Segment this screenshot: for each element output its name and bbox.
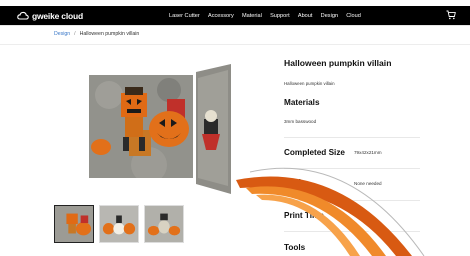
product-subtitle: Halloween pumpkin villain xyxy=(284,81,335,86)
nav-item-accessory[interactable]: Accessory xyxy=(208,13,234,19)
header-border xyxy=(0,25,470,26)
print-time-heading: Print Time xyxy=(284,211,324,220)
nav-item-design[interactable]: Design xyxy=(321,13,338,19)
breadcrumb-separator: / xyxy=(74,31,76,37)
top-navbar: gweike cloud Laser Cutter Accessory Mate… xyxy=(0,6,470,25)
cloud-logo-icon xyxy=(17,11,29,20)
breadcrumb: Design / Halloween pumpkin villain xyxy=(54,31,139,37)
breadcrumb-design-link[interactable]: Design xyxy=(54,31,70,37)
nav-item-support[interactable]: Support xyxy=(270,13,290,19)
page-flip-transition xyxy=(196,64,231,194)
product-title: Halloween pumpkin villain xyxy=(284,58,392,68)
thumbnail-3[interactable] xyxy=(144,205,184,243)
pumpkin-photo xyxy=(89,75,193,178)
brand-logo[interactable]: gweike cloud xyxy=(17,8,83,23)
thumbnail-strip xyxy=(54,205,184,243)
nav-item-cloud[interactable]: Cloud xyxy=(346,13,361,19)
info-divider xyxy=(284,137,420,138)
info-divider xyxy=(284,168,420,169)
materials-heading: Materials xyxy=(284,98,320,107)
info-divider xyxy=(284,200,420,201)
page: gweike cloud Laser Cutter Accessory Mate… xyxy=(0,0,470,256)
thumbnail-2[interactable] xyxy=(99,205,139,243)
main-nav: Laser Cutter Accessory Material Support … xyxy=(169,6,369,25)
thumbnail-1[interactable] xyxy=(54,205,94,243)
skills-heading: Skills xyxy=(284,178,306,187)
completed-size-heading: Completed Size xyxy=(284,148,345,157)
info-divider xyxy=(284,231,420,232)
thumbnail-image xyxy=(55,206,93,242)
product-main-image[interactable] xyxy=(89,75,193,178)
tools-heading: Tools xyxy=(284,243,306,252)
nav-item-laser-cutter[interactable]: Laser Cutter xyxy=(169,13,200,19)
thumbnail-image xyxy=(145,206,183,242)
materials-value: 3mm basswood xyxy=(284,119,317,124)
brand-name: gweike cloud xyxy=(32,10,83,21)
completed-size-value: 79x42x21mm xyxy=(354,150,382,155)
thumbnail-image xyxy=(100,206,138,242)
print-time-value: minutes xyxy=(354,214,371,219)
breadcrumb-divider xyxy=(0,44,470,45)
breadcrumb-current: Halloween pumpkin villain xyxy=(79,31,140,37)
cart-icon[interactable] xyxy=(446,10,456,20)
skills-value: None needed xyxy=(354,181,382,186)
nav-item-about[interactable]: About xyxy=(298,13,313,19)
nav-item-material[interactable]: Material xyxy=(242,13,262,19)
